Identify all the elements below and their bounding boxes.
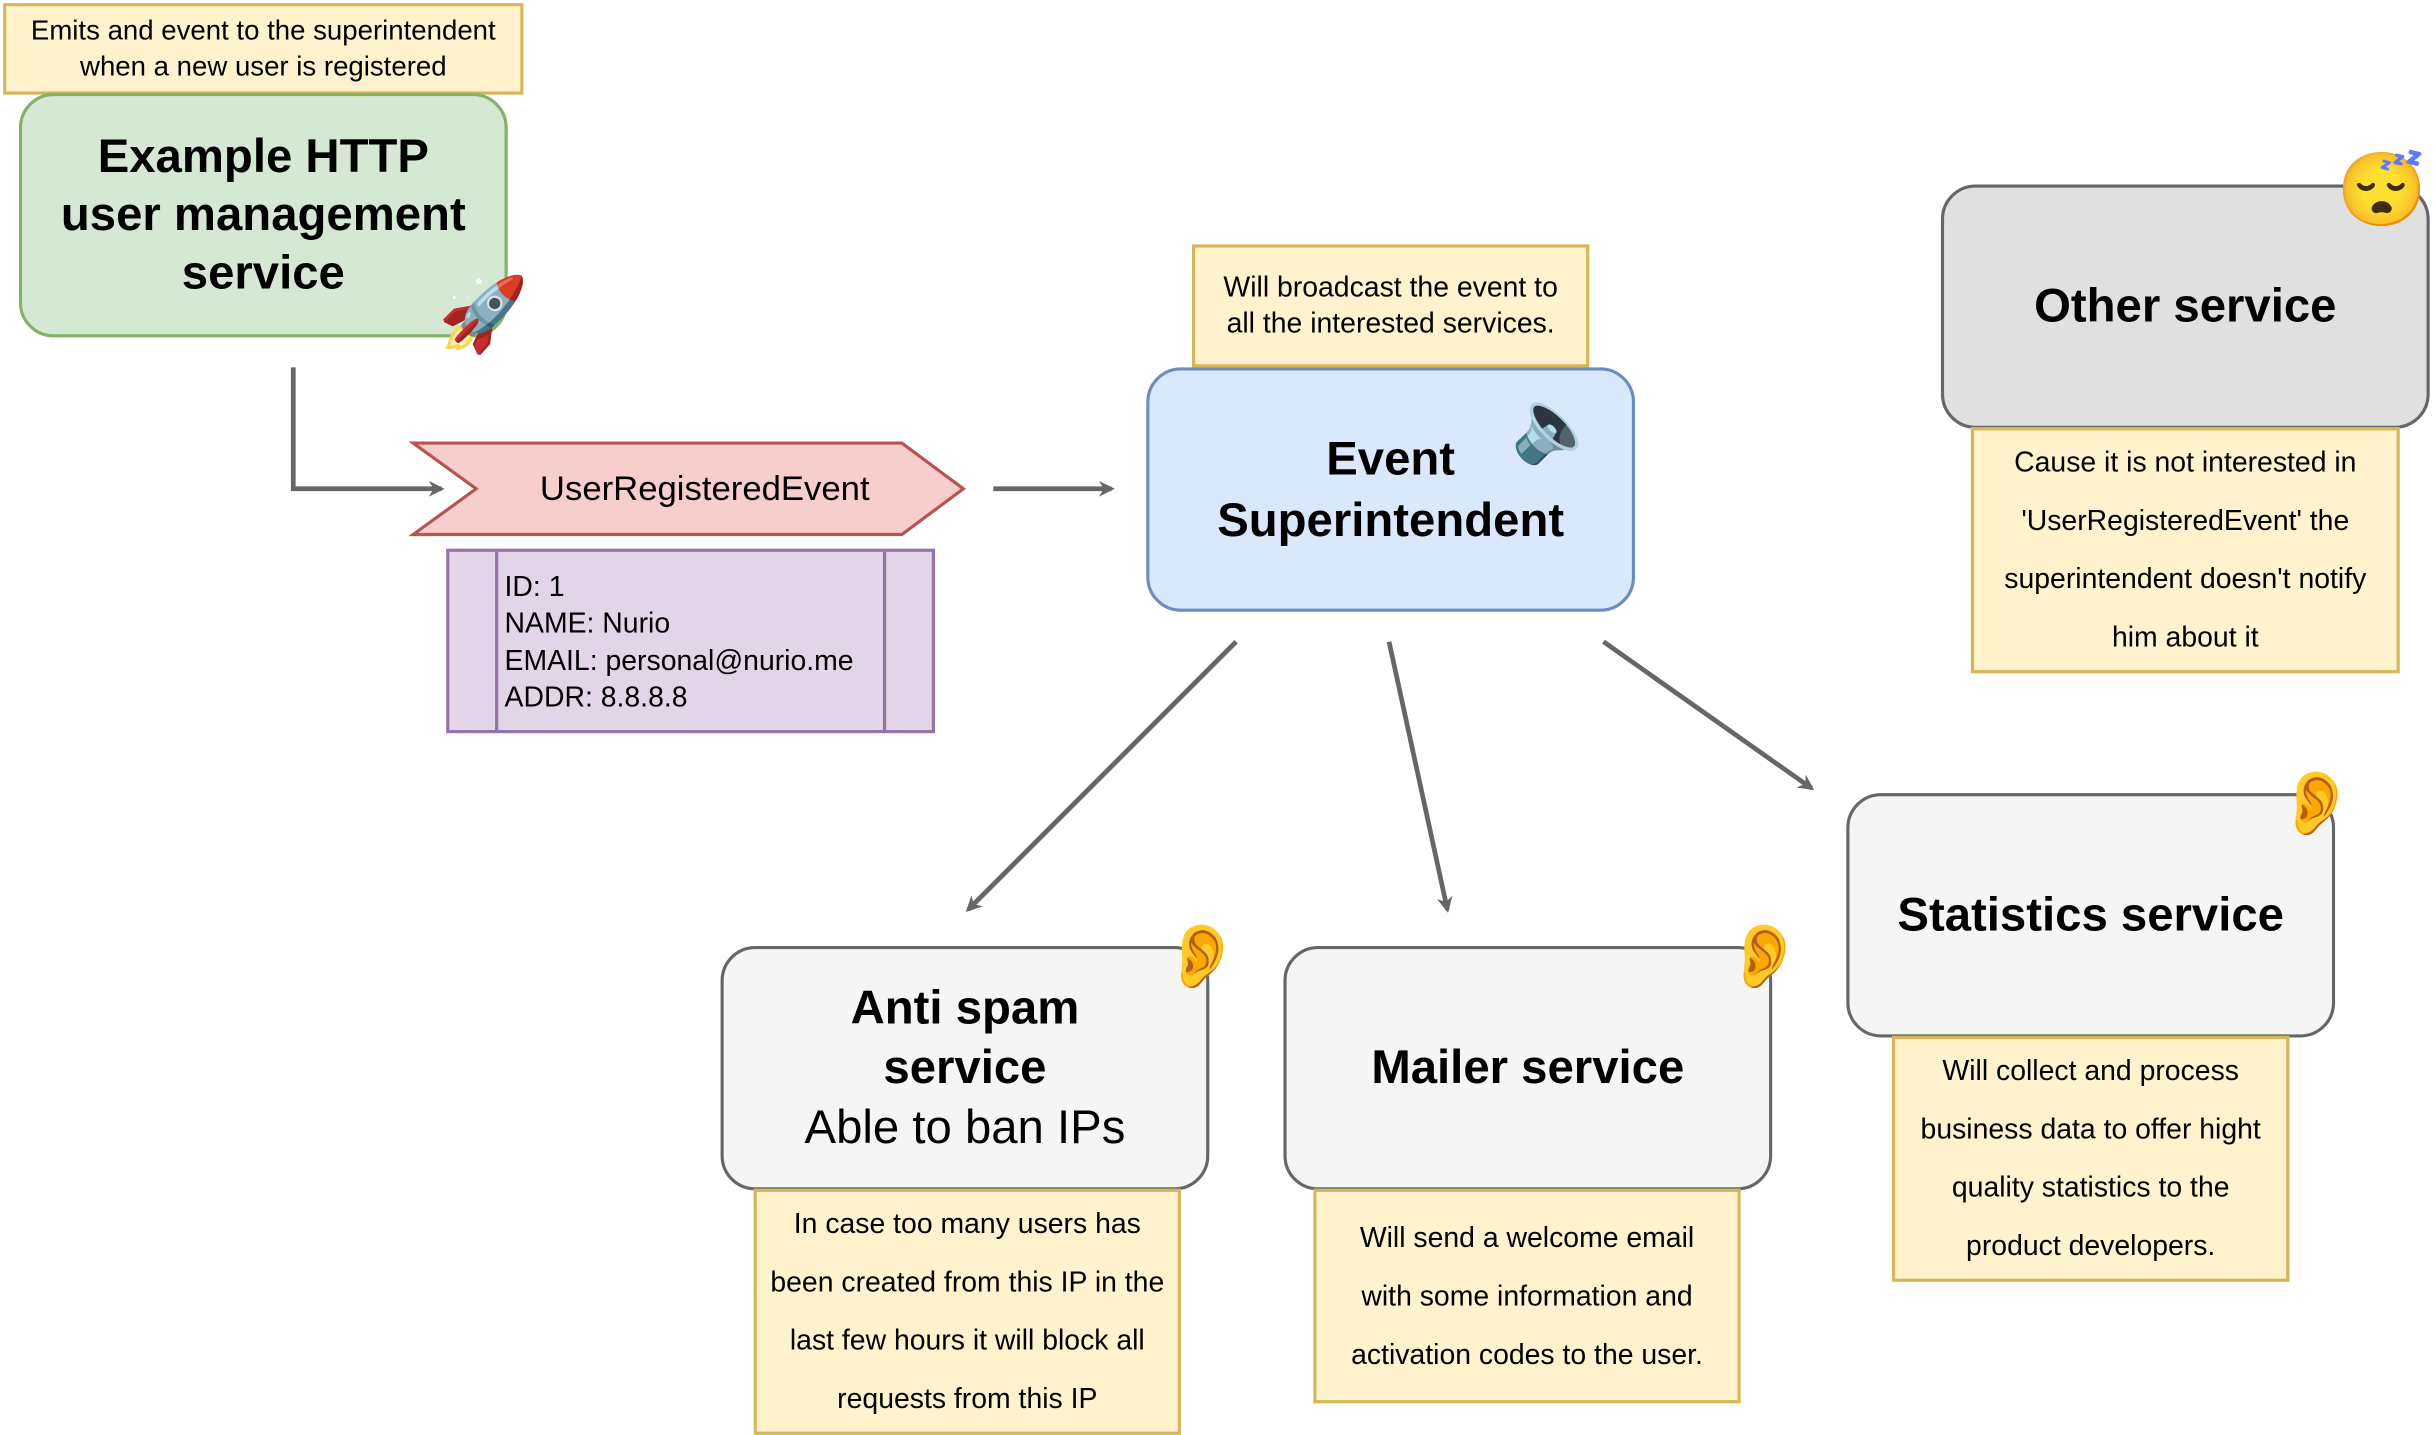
ear-icon: 👂 (1724, 922, 1804, 992)
emitter-service-box[interactable]: Example HTTP user management service (18, 93, 508, 338)
arrow-to-antispam (965, 640, 1238, 912)
arrow-to-stats (1602, 639, 1815, 791)
speaker-icon: 🔈 (1510, 383, 1601, 466)
stats-service-box[interactable]: Statistics service (1846, 793, 2336, 1038)
stats-title: Statistics service (1897, 888, 2284, 941)
antispam-note-text: In case too many users has been created … (770, 1207, 1165, 1415)
mailer-note-text: Will send a welcome email with some info… (1351, 1221, 1703, 1370)
other-service-title: Other service (2034, 279, 2337, 332)
payload-field-addr: ADDR: 8.8.8.8 (504, 680, 688, 713)
ear-icon: 👂 (1162, 922, 1241, 992)
rocket-icon: 🚀 (438, 272, 529, 355)
emitter-note-text: Emits and event to the superintendent wh… (30, 14, 496, 82)
superintendent-note-text: Will broadcast the event to all the inte… (1223, 271, 1558, 339)
arrow-emitter-to-event (290, 367, 445, 497)
other-service-note-text: Cause it is not interested in 'UserRegis… (2004, 446, 2367, 653)
stats-note: Will collect and process business data t… (1892, 1035, 2290, 1282)
event-payload-box: ID: 1 NAME: Nurio EMAIL: personal@nurio.… (446, 548, 935, 734)
emitter-note: Emits and event to the superintendent wh… (3, 3, 524, 95)
antispam-service-box[interactable]: Anti spam service Able to ban IPs (720, 946, 1210, 1191)
sleeping-face-icon: 😴 (2336, 148, 2427, 231)
antispam-note: In case too many users has been created … (753, 1188, 1181, 1435)
antispam-subtitle: Able to ban IPs (804, 1101, 1126, 1154)
event-name-text: UserRegisteredEvent (539, 468, 870, 508)
emitter-title: Example HTTP user management service (60, 130, 466, 300)
payload-field-email: EMAIL: personal@nurio.me (504, 644, 854, 676)
arrow-to-mailer (1386, 641, 1453, 913)
event-name: UserRegisteredEvent (476, 443, 933, 534)
mailer-note: Will send a welcome email with some info… (1313, 1188, 1741, 1404)
antispam-title: Anti spam service (850, 981, 1080, 1094)
stats-note-text: Will collect and process business data t… (1920, 1054, 2261, 1262)
mailer-service-box[interactable]: Mailer service (1283, 946, 1773, 1191)
superintendent-note: Will broadcast the event to all the inte… (1191, 244, 1590, 368)
mailer-title: Mailer service (1371, 1041, 1685, 1094)
payload-field-id: ID: 1 (504, 570, 565, 603)
ear-icon: 👂 (2276, 769, 2356, 839)
diagram-canvas: #ah path{} Emits and event to the superi… (0, 0, 2436, 1435)
other-service-note: Cause it is not interested in 'UserRegis… (1970, 427, 2400, 674)
payload-field-name: NAME: Nurio (504, 607, 671, 640)
